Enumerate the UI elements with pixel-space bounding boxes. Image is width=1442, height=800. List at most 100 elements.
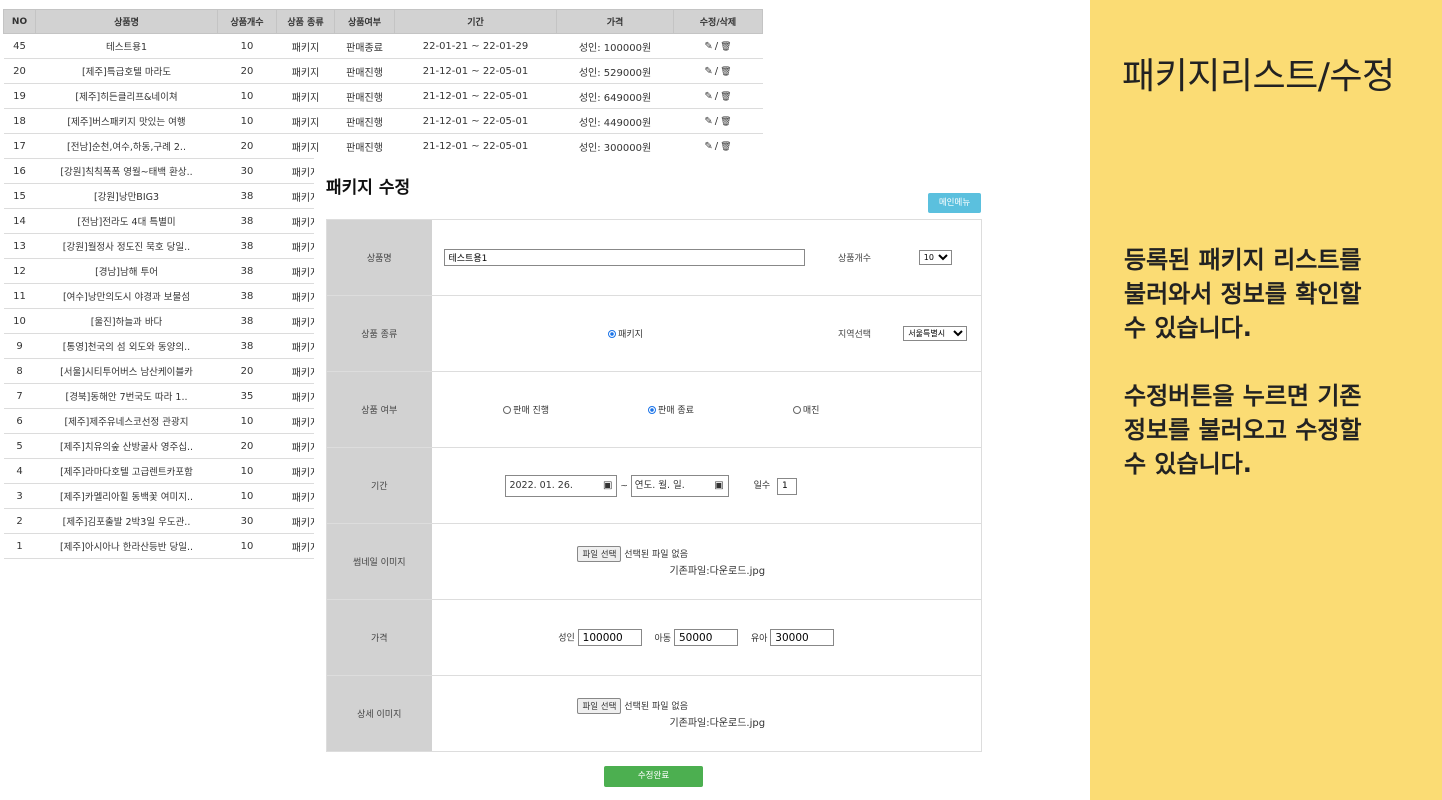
calendar-icon[interactable]: ▣ xyxy=(603,476,612,496)
end-date-input[interactable]: 연도. 월. 일. ▣ xyxy=(630,474,729,497)
edit-icon[interactable]: ✎ xyxy=(704,41,712,52)
status-label: 상품 여부 xyxy=(326,371,432,448)
form-row-thumbnail: 썸네일 이미지 파일 선택 선택된 파일 없음 기존파일:다운로드.jpg xyxy=(326,523,982,600)
row-no: 5 xyxy=(3,433,36,459)
row-name: [강원]월정사 정도진 묵호 당일.. xyxy=(35,233,218,259)
row-name: [제주]버스패키지 맛있는 여행 xyxy=(35,108,218,134)
row-count: 10 xyxy=(217,33,277,59)
row-count: 20 xyxy=(217,358,277,384)
action-separator: / xyxy=(714,140,719,152)
row-period: 21-12-01 ~ 22-05-01 xyxy=(394,108,557,134)
delete-icon[interactable]: 🗑 xyxy=(720,117,731,127)
infant-label: 유아 xyxy=(750,633,768,644)
row-actions: ✎ / 🗑 xyxy=(673,33,763,59)
row-name: [제주]특급호텔 마라도 xyxy=(35,58,218,84)
row-name: [전남]순천,여수,하동,구례 2.. xyxy=(35,133,218,159)
form-row-name: 상품명 상품개수 10 xyxy=(326,219,982,296)
start-date-input[interactable]: 2022. 01. 26. ▣ xyxy=(505,474,618,497)
delete-icon[interactable]: 🗑 xyxy=(720,42,731,52)
child-price-input[interactable] xyxy=(673,629,738,646)
region-select[interactable]: 서울특별시 xyxy=(903,326,968,341)
product-name-input[interactable] xyxy=(443,249,805,266)
row-count: 38 xyxy=(217,183,277,209)
row-no: 17 xyxy=(3,133,36,159)
row-no: 20 xyxy=(3,58,36,84)
row-name: [경북]동해안 7번국도 따라 1.. xyxy=(35,383,218,409)
radio-icon xyxy=(792,405,801,414)
row-no: 9 xyxy=(3,333,36,359)
row-no: 1 xyxy=(3,533,36,559)
side-title: 패키지리스트/수정 xyxy=(1122,56,1395,97)
row-status: 판매진행 xyxy=(334,133,395,159)
action-separator: / xyxy=(714,115,719,127)
thumbnail-no-file-text: 선택된 파일 없음 xyxy=(624,550,688,560)
count-select[interactable]: 10 xyxy=(918,250,952,265)
row-name: [통영]천국의 섬 외도와 동양의.. xyxy=(35,333,218,359)
thumbnail-file-button[interactable]: 파일 선택 xyxy=(577,546,622,562)
delete-icon[interactable]: 🗑 xyxy=(720,142,731,152)
adult-price-input[interactable] xyxy=(577,629,642,646)
row-type: 패키지 xyxy=(276,108,335,134)
action-separator: / xyxy=(714,40,719,52)
row-actions: ✎ / 🗑 xyxy=(673,108,763,134)
row-count: 10 xyxy=(217,533,277,559)
row-name: [제주]아시아나 한라산등반 당일.. xyxy=(35,533,218,559)
edit-icon[interactable]: ✎ xyxy=(704,116,712,127)
type-radio-label: 패키지 xyxy=(618,330,643,340)
row-type: 패키지 xyxy=(276,58,335,84)
row-count: 38 xyxy=(217,308,277,334)
row-type: 패키지 xyxy=(276,133,335,159)
row-count: 20 xyxy=(217,133,277,159)
row-period: 22-01-21 ~ 22-01-29 xyxy=(394,33,557,59)
row-count: 38 xyxy=(217,208,277,234)
row-name: [서울]시티투어버스 남산케이블카 xyxy=(35,358,218,384)
row-no: 15 xyxy=(3,183,36,209)
delete-icon[interactable]: 🗑 xyxy=(720,67,731,77)
row-count: 20 xyxy=(217,433,277,459)
type-radio[interactable]: 패키지 xyxy=(608,329,643,340)
detail-image-label: 상세 이미지 xyxy=(326,675,432,752)
row-no: 11 xyxy=(3,283,36,309)
row-actions: ✎ / 🗑 xyxy=(673,133,763,159)
edit-form: 상품명 상품개수 10 상품 종류 패키지 지역선택 서울특별시 상품 여부 판… xyxy=(326,219,982,752)
period-label: 기간 xyxy=(326,447,432,524)
radio-selected-icon xyxy=(608,329,617,338)
period-separator: ~ xyxy=(620,481,628,491)
row-name: [전남]전라도 4대 특별미 xyxy=(35,208,218,234)
edit-icon[interactable]: ✎ xyxy=(704,66,712,77)
detail-file-button[interactable]: 파일 선택 xyxy=(577,698,622,714)
child-label: 아동 xyxy=(654,633,672,644)
main-menu-button[interactable]: 메인메뉴 xyxy=(928,193,981,213)
action-separator: / xyxy=(714,65,719,77)
edit-icon[interactable]: ✎ xyxy=(704,141,712,152)
days-input[interactable] xyxy=(777,477,798,495)
type-label: 상품 종류 xyxy=(326,295,432,372)
row-no: 8 xyxy=(3,358,36,384)
infant-price-input[interactable] xyxy=(770,629,835,646)
thumbnail-existing-file: 기존파일:다운로드.jpg xyxy=(669,566,766,577)
table-header-row: NO 상품명 상품개수 상품 종류 상품여부 기간 가격 수정/삭제 xyxy=(3,9,763,34)
calendar-icon[interactable]: ▣ xyxy=(714,476,723,496)
side-panel: 패키지리스트/수정 등록된 패키지 리스트를 불러와서 정보를 확인할 수 있습… xyxy=(1090,0,1442,800)
row-price: 성인: 100000원 xyxy=(556,33,674,59)
region-label: 지역선택 xyxy=(819,295,890,372)
row-count: 38 xyxy=(217,233,277,259)
row-name: [경남]남해 투어 xyxy=(35,258,218,284)
form-row-type: 상품 종류 패키지 지역선택 서울특별시 xyxy=(326,295,982,372)
edit-icon[interactable]: ✎ xyxy=(704,91,712,102)
table-row: 18 [제주]버스패키지 맛있는 여행 10 패키지 판매진행 21-12-01 ~ 22… xyxy=(3,108,763,134)
status-radio-soldout[interactable]: 매진 xyxy=(792,405,819,416)
row-period: 21-12-01 ~ 22-05-01 xyxy=(394,83,557,109)
status-radio-ended[interactable]: 판매 종료 xyxy=(647,405,694,416)
product-name-label: 상품명 xyxy=(326,219,432,296)
thumbnail-label: 썸네일 이미지 xyxy=(326,523,432,600)
row-type: 패키지 xyxy=(276,33,335,59)
status-radio-selling[interactable]: 판매 진행 xyxy=(503,405,549,416)
row-actions: ✎ / 🗑 xyxy=(673,58,763,84)
submit-button[interactable]: 수정완료 xyxy=(604,766,703,787)
days-label: 일수 xyxy=(753,481,771,491)
delete-icon[interactable]: 🗑 xyxy=(720,92,731,102)
row-count: 35 xyxy=(217,383,277,409)
col-header-actions: 수정/삭제 xyxy=(673,9,763,34)
row-name: [제주]제주유네스코선정 관광지 xyxy=(35,408,218,434)
